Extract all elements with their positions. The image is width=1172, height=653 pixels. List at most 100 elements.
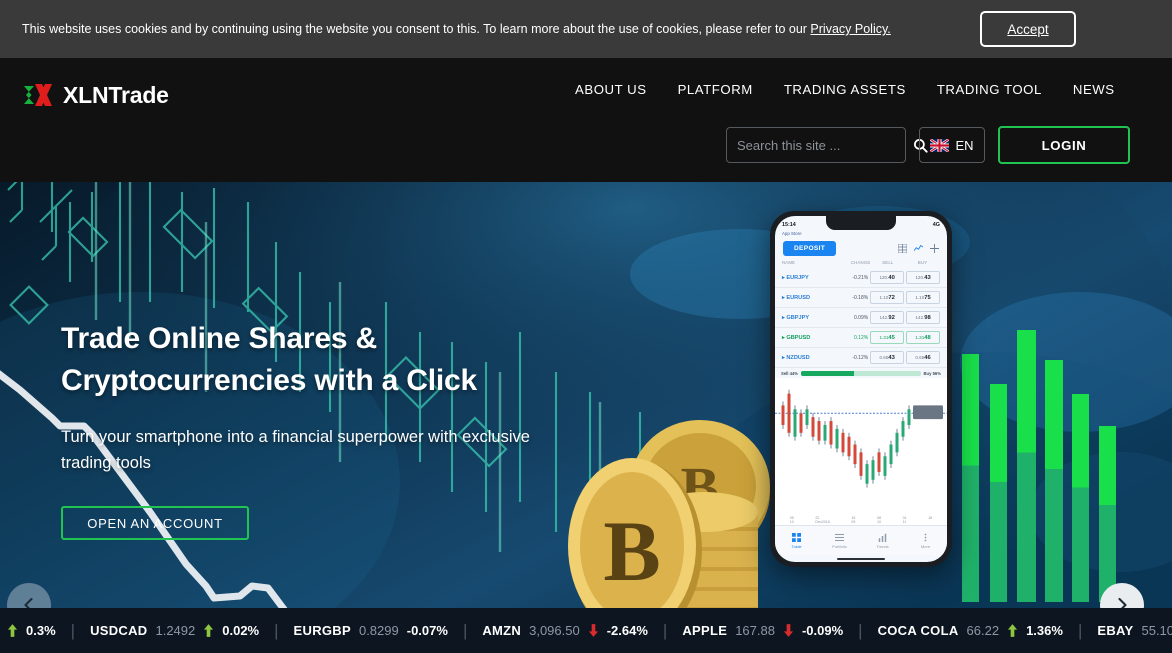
- ticker-change: -0.09%: [801, 623, 844, 638]
- login-button[interactable]: LOGIN: [998, 126, 1130, 164]
- accept-cookies-button[interactable]: Accept: [980, 11, 1076, 47]
- ticker-item[interactable]: APPLE 167.88 -0.09%: [667, 623, 858, 638]
- chevron-left-icon: [24, 597, 33, 608]
- phone-back-to-appstore[interactable]: App Store: [775, 231, 947, 239]
- grid-squares-icon: [792, 532, 801, 542]
- arrow-down-icon: [588, 624, 598, 637]
- quote-buy-price[interactable]: 1.3148: [906, 331, 940, 344]
- quote-sell-price[interactable]: 1.1072: [870, 291, 905, 304]
- quote-sell-price[interactable]: 0.6543: [870, 351, 905, 364]
- quote-list: ▸ EURJPY -0.21% 120.40 120.43 ▸ EURUSD -0.18%…: [775, 268, 947, 368]
- ticker-item[interactable]: AMZN 3,096.50 -2.64%: [467, 623, 663, 638]
- phone-nav-trade[interactable]: Trade: [775, 526, 818, 555]
- ticker-item[interactable]: EBAY55.10-0.6: [1082, 623, 1172, 638]
- hero-copy: Trade Online Shares & Cryptocurrencies w…: [61, 318, 581, 540]
- phone-nav-trends[interactable]: Trends: [861, 526, 904, 555]
- quote-buy-price[interactable]: 0.6546: [906, 351, 940, 364]
- phone-nav-more[interactable]: More: [904, 526, 947, 555]
- list-icon: [835, 533, 844, 541]
- ticker-change: -0.07%: [406, 623, 448, 638]
- phone-bottom-nav: Trade Portfolio Trends More: [775, 525, 947, 555]
- hero-subtitle: Turn your smartphone into a financial su…: [61, 428, 530, 472]
- ticker-item[interactable]: COCA COLA 66.22 1.36%: [863, 623, 1078, 638]
- quote-row[interactable]: ▸ EURUSD -0.18% 1.1072 1.1075: [775, 288, 947, 308]
- column-change: CHANGE: [850, 260, 871, 265]
- column-buy: BUY: [917, 260, 928, 265]
- ticker-price: 1.2492: [155, 623, 196, 638]
- cookie-consent-bar: This website uses cookies and by continu…: [0, 0, 1172, 58]
- phone-clock: 15:14: [782, 221, 796, 228]
- quote-sell-price[interactable]: 120.40: [870, 271, 905, 284]
- sell-percentage-label: Sell 44%: [781, 371, 798, 376]
- quote-table-header: NAME CHANGE SELL BUY: [775, 259, 947, 268]
- quote-row[interactable]: ▸ GBPUSD 0.12% 1.3145 1.3148: [775, 328, 947, 348]
- phone-nav-trends-label: Trends: [876, 543, 889, 549]
- quote-symbol: ▸ EURJPY: [782, 274, 809, 281]
- grid-icon[interactable]: [898, 244, 907, 253]
- phone-nav-portfolio[interactable]: Portfolio: [818, 526, 861, 555]
- site-logo[interactable]: XLNTrade: [22, 78, 169, 112]
- ticker-price: 66.22: [966, 623, 1000, 638]
- open-an-account-button[interactable]: OPEN AN ACCOUNT: [61, 506, 249, 540]
- quote-buy-price[interactable]: 120.43: [906, 271, 940, 284]
- nav-item-trading-assets[interactable]: TRADING ASSETS: [784, 82, 906, 97]
- nav-item-news[interactable]: NEWS: [1073, 82, 1115, 97]
- chart-time-label: 22 Dec2018: [815, 516, 830, 524]
- ticker-item[interactable]: 0.3%: [0, 623, 71, 638]
- phone-home-indicator: [775, 555, 947, 562]
- sentiment-sell-fill: [801, 371, 854, 376]
- quote-symbol: ▸ EURUSD: [782, 294, 810, 301]
- quote-buy-price[interactable]: 1.1075: [906, 291, 940, 304]
- nav-item-platform[interactable]: PLATFORM: [678, 82, 753, 97]
- privacy-policy-link[interactable]: Privacy Policy.: [810, 22, 890, 36]
- quote-sell-price[interactable]: 1.3145: [870, 331, 905, 344]
- language-selector[interactable]: EN: [919, 127, 985, 163]
- header-tools: EN LOGIN: [726, 126, 1130, 164]
- column-sell: SELL: [882, 260, 894, 265]
- ticker-symbol: AMZN: [482, 623, 522, 638]
- language-label: EN: [955, 137, 974, 153]
- quote-change: 0.09%: [854, 314, 869, 321]
- quote-sell-price[interactable]: 142.92: [870, 311, 905, 324]
- nav-item-about-us[interactable]: ABOUT US: [575, 82, 647, 97]
- ticker-price: 55.10: [1141, 623, 1172, 638]
- phone-mockup: 15:14 4G App Store DEPOSIT NAME CHANGE S…: [770, 211, 952, 567]
- ticker-symbol: USDCAD: [90, 623, 148, 638]
- quote-row[interactable]: ▸ EURJPY -0.21% 120.40 120.43: [775, 268, 947, 288]
- arrow-up-icon: [204, 624, 214, 637]
- chart-time-label: 05 10: [789, 516, 794, 524]
- quote-row[interactable]: ▸ GBPJPY 0.09% 142.92 142.98: [775, 308, 947, 328]
- search-box[interactable]: [726, 127, 928, 163]
- chart-time-label: 18: [928, 516, 933, 520]
- arrow-up-icon: [7, 624, 18, 637]
- bars-icon: [878, 533, 887, 542]
- chart-icon[interactable]: [914, 244, 923, 253]
- phone-network: 4G: [932, 221, 940, 228]
- arrow-down-icon: [783, 624, 794, 637]
- sentiment-bar-row: Sell 44% Buy 56%: [775, 368, 947, 378]
- arrow-up-icon: [1007, 624, 1018, 637]
- plus-icon[interactable]: [930, 244, 939, 253]
- ticker-item[interactable]: USDCAD 1.2492 0.02%: [75, 623, 274, 638]
- xln-logo-icon: [24, 84, 52, 106]
- ticker-item[interactable]: EURGBP 0.8299 -0.07%: [279, 623, 463, 638]
- hero-title-line-1: Trade Online Shares &: [61, 322, 377, 355]
- nav-item-trading-tool[interactable]: TRADING TOOL: [937, 82, 1042, 97]
- quote-row[interactable]: ▸ NZDUSD -0.12% 0.6543 0.6546: [775, 348, 947, 368]
- column-name: NAME: [782, 260, 796, 265]
- phone-screen: 15:14 4G App Store DEPOSIT NAME CHANGE S…: [775, 216, 947, 562]
- hero-title-line-2: Cryptocurrencies with a Click: [61, 364, 478, 397]
- quote-change: -0.18%: [852, 294, 869, 301]
- quote-buy-price[interactable]: 142.98: [906, 311, 940, 324]
- sentiment-bar: [801, 371, 921, 376]
- uk-flag-icon: [930, 138, 950, 152]
- ticker-symbol: EURGBP: [293, 623, 351, 638]
- ticker-track: 0.3% | USDCAD 1.2492 0.02% | EURGBP 0.8299 -0.07…: [0, 621, 1172, 641]
- ellipsis-icon: [924, 533, 927, 541]
- market-ticker-bar[interactable]: 0.3% | USDCAD 1.2492 0.02% | EURGBP 0.8299 -0.07…: [0, 608, 1172, 653]
- chart-time-axis: 05 10 22 Dec2018 15 09 08 10 01 11 18: [775, 515, 947, 525]
- search-input[interactable]: [737, 137, 913, 153]
- buy-percentage-label: Buy 56%: [923, 371, 941, 376]
- deposit-button[interactable]: DEPOSIT: [783, 241, 837, 256]
- candlestick-chart[interactable]: 05 10 22 Dec2018 15 09 08 10 01 11 18: [775, 378, 947, 525]
